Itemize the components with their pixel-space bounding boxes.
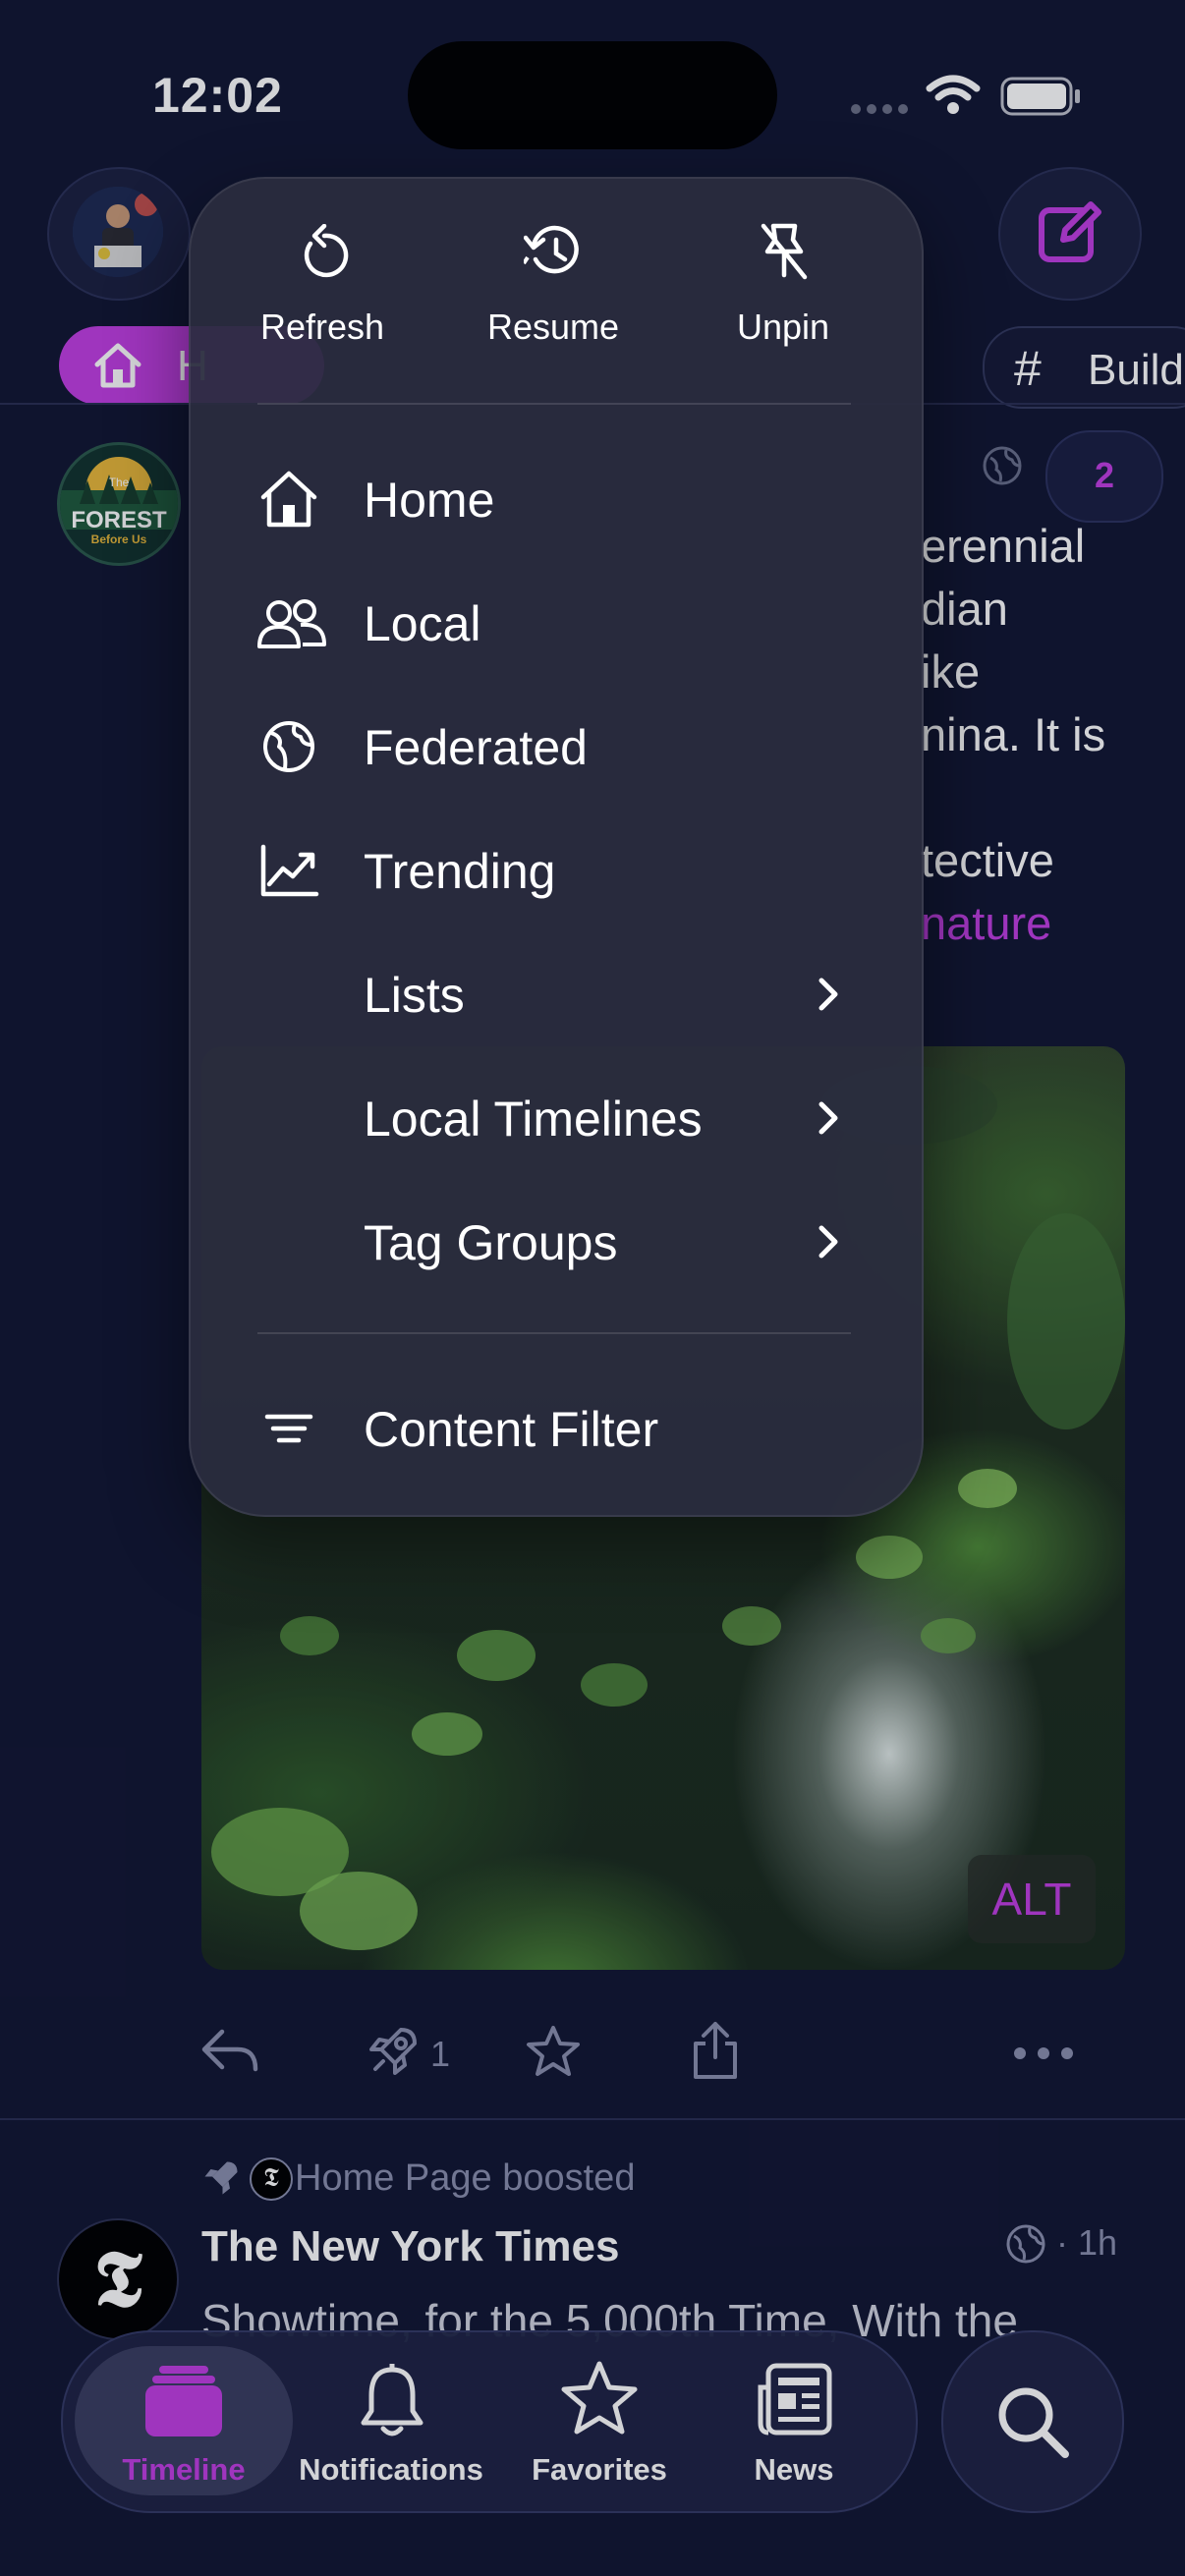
refresh-label: Refresh [259,307,385,347]
chevron-right-icon [818,1098,841,1138]
menu-item-tag-groups-label: Tag Groups [364,1215,618,1270]
chevron-right-icon [818,1222,841,1261]
menu-item-lists-label: Lists [364,968,465,1023]
chevron-right-icon [818,975,841,1014]
menu-item-local-label: Local [364,596,481,651]
resume-history-icon [524,224,585,279]
menu-item-local[interactable]: Local [257,568,851,676]
menu-item-trending-label: Trending [364,844,556,899]
resume-action[interactable]: Resume [455,216,651,364]
menu-item-content-filter[interactable]: Content Filter [257,1373,851,1482]
people-icon [257,591,326,654]
menu-separator [257,1332,851,1334]
resume-label: Resume [486,307,620,347]
menu-item-federated[interactable]: Federated [257,692,851,800]
menu-item-tag-groups[interactable]: Tag Groups [257,1187,851,1295]
menu-separator [257,403,851,405]
menu-item-content-filter-label: Content Filter [364,1402,659,1457]
menu-item-home-label: Home [364,473,495,528]
trending-icon [257,839,320,902]
menu-item-local-timelines[interactable]: Local Timelines [257,1063,851,1171]
unpin-action[interactable]: Unpin [685,216,881,364]
refresh-action[interactable]: Refresh [224,216,421,364]
unpin-label: Unpin [736,307,830,347]
filter-icon [257,1397,320,1460]
menu-item-federated-label: Federated [364,720,588,775]
home-icon [257,468,320,531]
menu-item-local-timelines-label: Local Timelines [364,1092,703,1147]
globe-icon [257,715,320,778]
unpin-icon [758,222,811,281]
menu-item-home[interactable]: Home [257,444,851,552]
menu-item-lists[interactable]: Lists [257,939,851,1047]
menu-item-trending[interactable]: Trending [257,815,851,924]
refresh-icon [299,224,350,279]
